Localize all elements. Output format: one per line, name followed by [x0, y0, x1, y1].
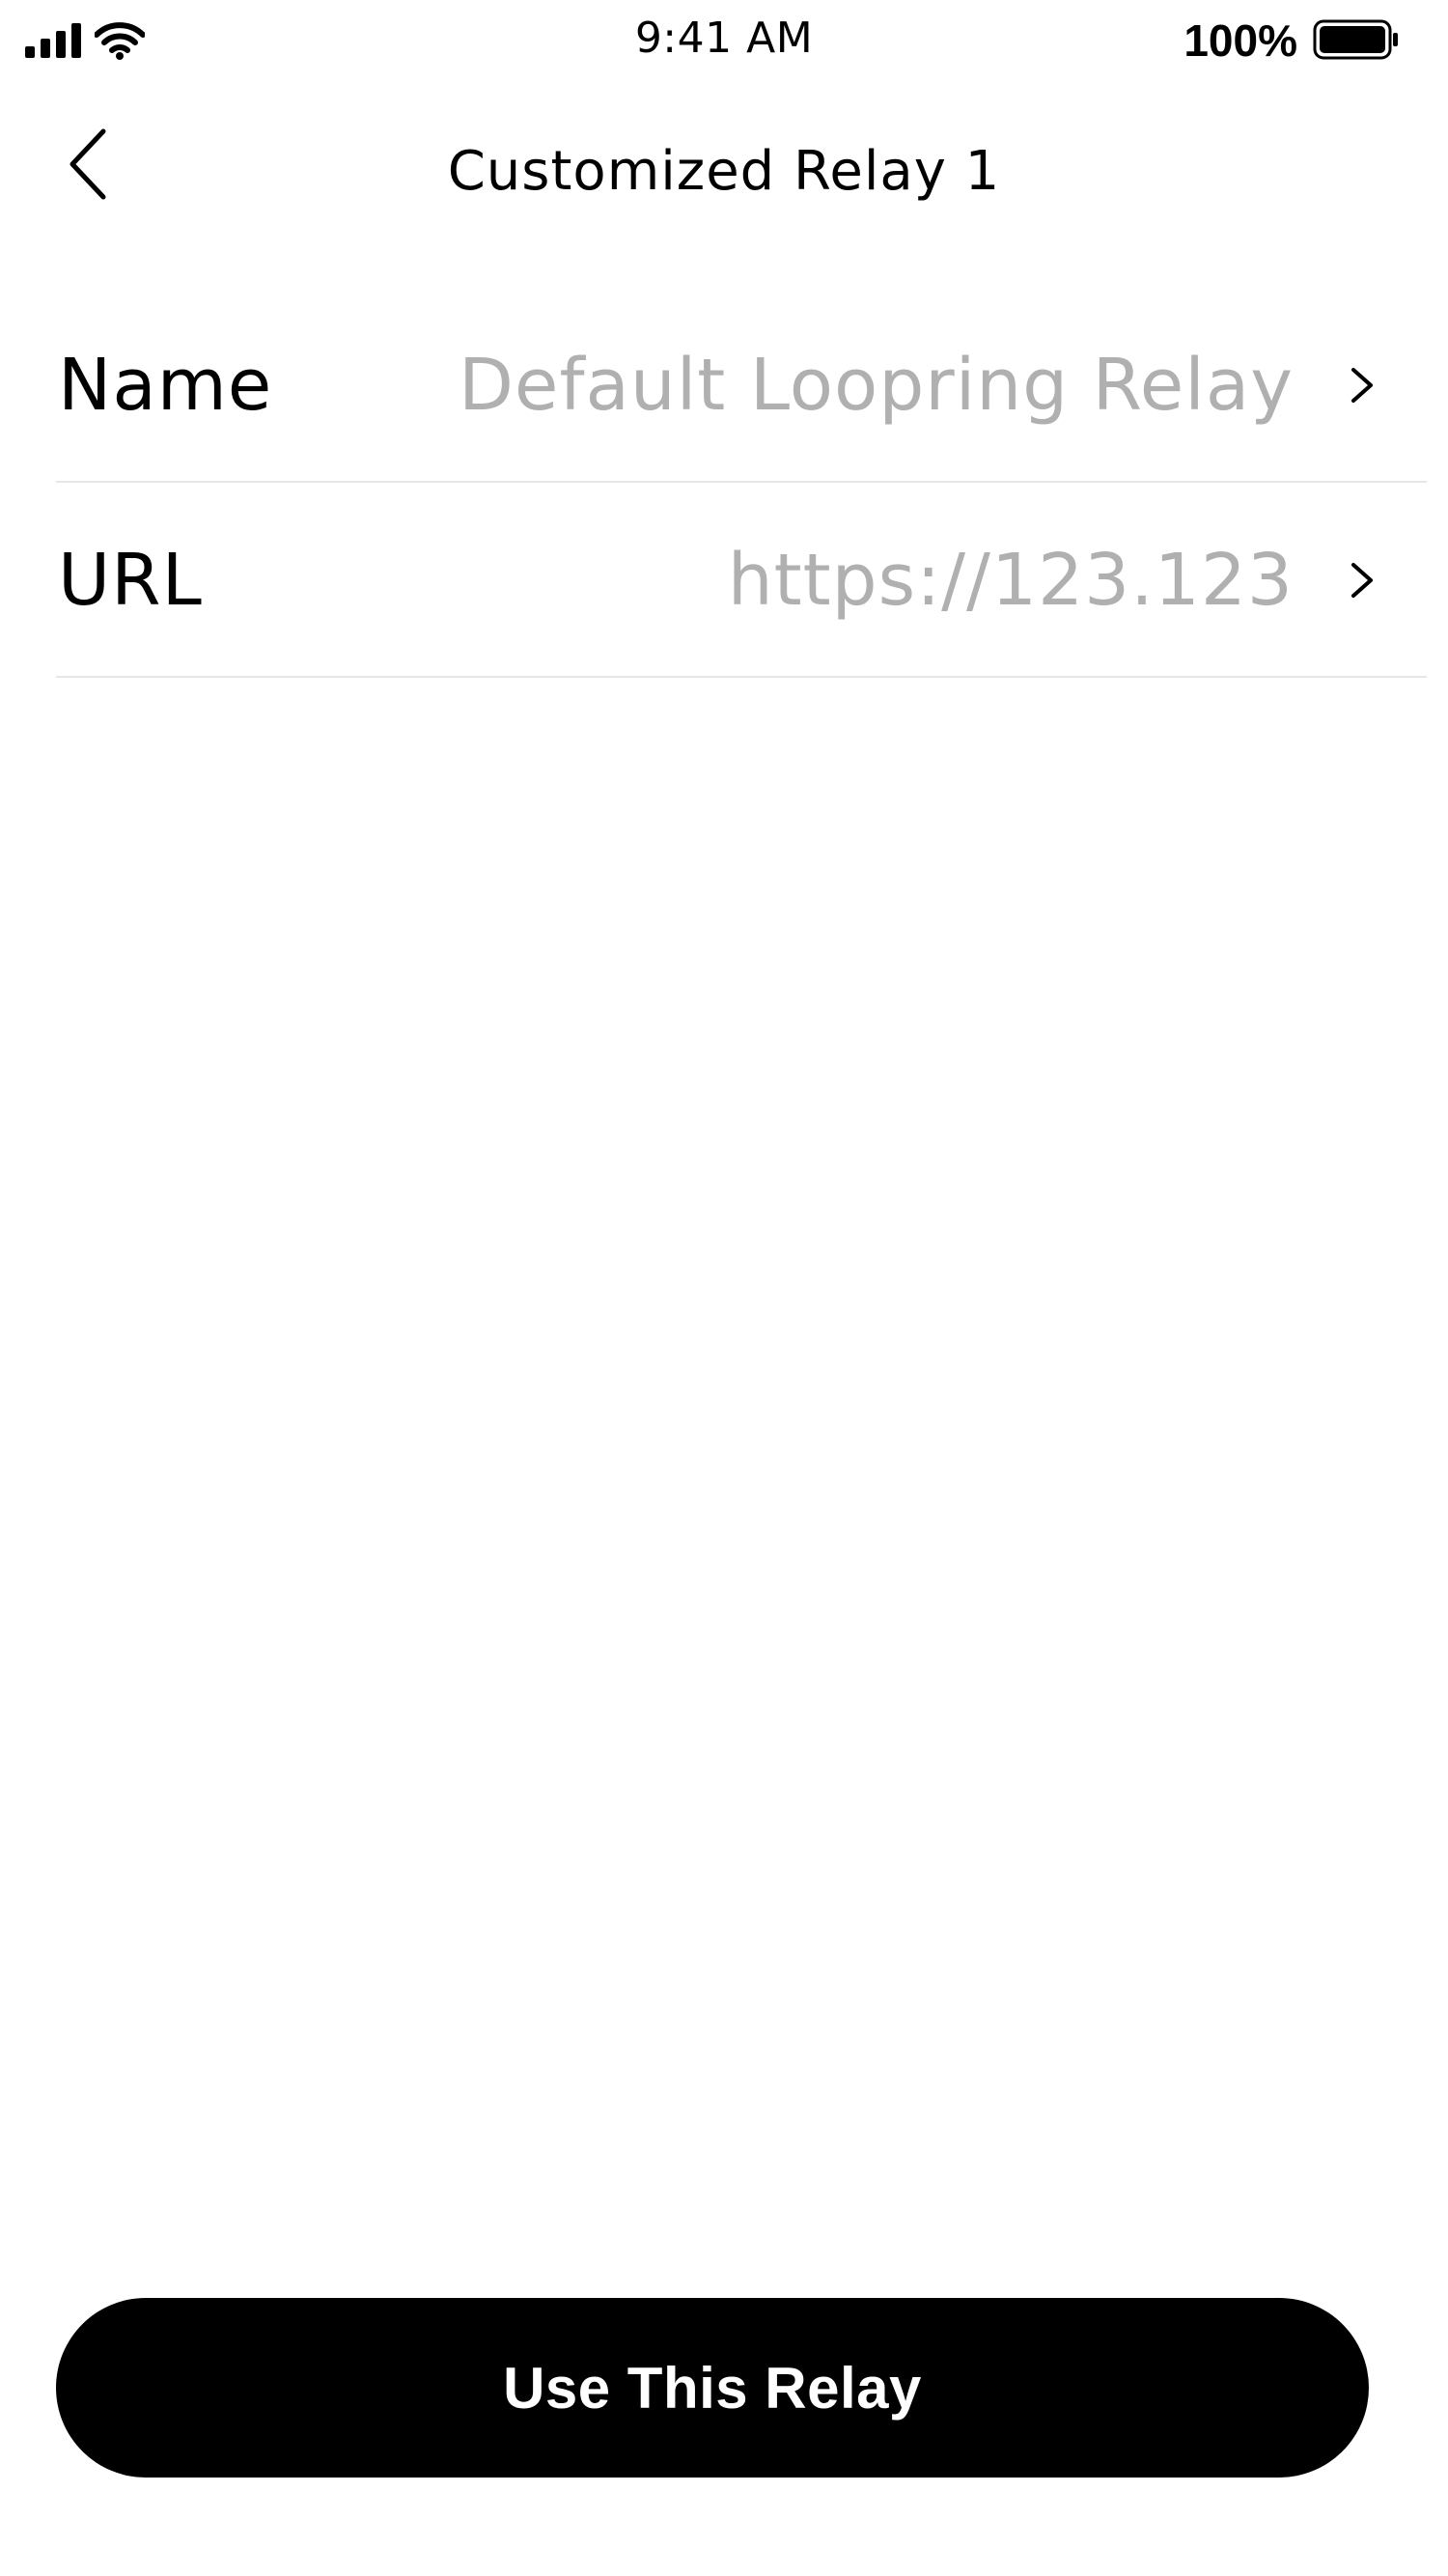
chevron-right-icon — [1351, 563, 1373, 598]
status-bar: 9:41 AM 100% — [0, 0, 1448, 81]
use-this-relay-button[interactable]: Use This Relay — [56, 2298, 1369, 2478]
name-value: Default Loopring Relay — [458, 344, 1294, 427]
battery-icon — [1313, 19, 1398, 60]
url-value: https://123.123 — [727, 539, 1294, 622]
url-row[interactable]: URL https://123.123 — [56, 485, 1427, 678]
use-this-relay-label: Use This Relay — [503, 2355, 922, 2421]
chevron-left-icon — [70, 128, 106, 200]
chevron-right-icon — [1351, 368, 1373, 403]
name-label: Name — [58, 344, 273, 427]
navigation-bar: Customized Relay 1 — [0, 97, 1448, 241]
name-row[interactable]: Name Default Loopring Relay — [56, 290, 1427, 483]
page-title: Customized Relay 1 — [447, 140, 1001, 203]
battery-percentage: 100% — [1183, 15, 1297, 66]
url-label: URL — [58, 539, 203, 622]
back-button[interactable] — [42, 118, 135, 210]
